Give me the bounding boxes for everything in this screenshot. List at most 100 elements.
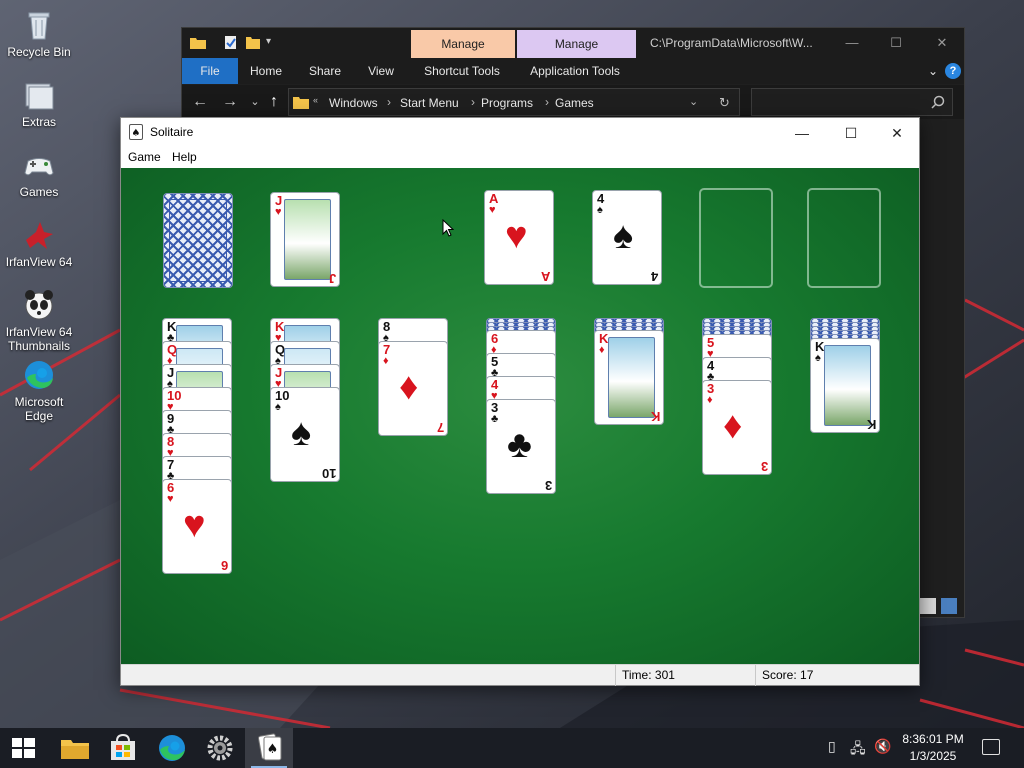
menu-game[interactable]: Game: [128, 150, 161, 164]
up-button[interactable]: ↑: [263, 91, 285, 113]
window-title: Solitaire: [150, 125, 194, 139]
taskbar-file-explorer[interactable]: [51, 728, 99, 768]
quick-access-dropdown-icon[interactable]: ▾: [266, 36, 280, 49]
tab-manage-shortcut[interactable]: Manage: [411, 30, 515, 58]
card-center-suit-icon: ♥: [505, 215, 528, 257]
breadcrumb-separator-icon[interactable]: ›: [387, 95, 391, 109]
game-table[interactable]: J♥JA♥♥A4♠♠4K♣KQ♦QJ♠J10♥♥109♣♣98♥♥87♣♣76♥…: [121, 168, 919, 664]
minimize-button[interactable]: —: [779, 120, 825, 146]
card-suit-icon: ♣: [491, 413, 499, 425]
folder-icon: [190, 36, 206, 49]
foundation-pile[interactable]: [807, 188, 881, 288]
waste-pile[interactable]: J ♥ J: [270, 192, 340, 287]
breadcrumb-games[interactable]: Games: [555, 96, 594, 110]
breadcrumb-separator-icon[interactable]: ›: [545, 95, 549, 109]
forward-button[interactable]: →: [219, 91, 241, 113]
desktop-icon-label: IrfanView 64: [5, 255, 73, 269]
breadcrumb-start-menu[interactable]: Start Menu: [400, 96, 459, 110]
foundation-pile[interactable]: [699, 188, 773, 288]
network-icon[interactable]: 🖧: [850, 738, 866, 762]
tableau-card[interactable]: 10 ♠ ♠ 10: [270, 387, 340, 482]
desktop-icon-irfanview-thumbnails[interactable]: IrfanView 64 Thumbnails: [0, 288, 78, 353]
tab-file[interactable]: File: [182, 58, 238, 84]
properties-icon[interactable]: [224, 36, 238, 49]
help-icon[interactable]: ?: [945, 63, 961, 79]
card-rank-corner: 6: [220, 558, 228, 573]
desktop-icon-label: IrfanView 64 Thumbnails: [5, 325, 73, 353]
desktop-icon-recycle-bin[interactable]: Recycle Bin: [0, 8, 78, 59]
folder-stack-icon: [22, 78, 56, 112]
card-suit-icon: ♠: [815, 352, 821, 364]
desktop-icon-edge[interactable]: Microsoft Edge: [0, 358, 78, 423]
stock-pile[interactable]: [163, 193, 233, 288]
card-center-suit-icon: ♠: [613, 215, 634, 257]
taskbar-microsoft-edge[interactable]: [148, 728, 196, 768]
svg-text:♠: ♠: [267, 742, 279, 757]
tableau-card[interactable]: 3 ♣ ♣ 3: [486, 399, 556, 494]
card-center-suit-icon: ♦: [399, 366, 419, 408]
ribbon-collapse-icon[interactable]: ⌄: [922, 58, 944, 84]
tableau-card[interactable]: 7 ♦ ♦ 7: [378, 341, 448, 436]
taskbar-clock[interactable]: 8:36:01 PM 1/3/2025: [896, 731, 970, 765]
desktop-icon-irfanview[interactable]: IrfanView 64: [0, 218, 78, 269]
card-suit-icon: ♠: [597, 204, 603, 216]
solitaire-app-icon: ♠: [129, 124, 143, 145]
explorer-window-title: C:\ProgramData\Microsoft\W...: [650, 36, 813, 50]
tableau-card[interactable]: 3 ♦ ♦ 3: [702, 380, 772, 475]
card-rank-corner: 4: [650, 269, 658, 284]
notifications-icon[interactable]: [982, 739, 1000, 755]
tab-share[interactable]: Share: [300, 58, 350, 84]
foundation-pile[interactable]: A ♥ ♥ A: [484, 190, 554, 285]
explorer-ribbon: File Home Share View Shortcut Tools Appl…: [182, 58, 964, 84]
search-input[interactable]: [751, 88, 953, 116]
close-button[interactable]: ✕: [874, 120, 920, 146]
file-explorer-icon: [61, 740, 89, 759]
tableau-card[interactable]: K ♦ K: [594, 330, 664, 425]
taskbar-solitaire[interactable]: ♠: [245, 728, 293, 768]
card-center-suit-icon: ♦: [723, 405, 743, 447]
large-icons-view-icon[interactable]: [941, 598, 957, 614]
tab-view[interactable]: View: [356, 58, 406, 84]
start-button[interactable]: [0, 728, 48, 768]
tab-manage-application[interactable]: Manage: [517, 30, 636, 58]
menu-help[interactable]: Help: [172, 150, 197, 164]
new-folder-icon[interactable]: [246, 36, 260, 49]
tableau-card[interactable]: 6 ♥ ♥ 6: [162, 479, 232, 574]
address-bar[interactable]: « Windows › Start Menu › Programs › Game…: [288, 88, 740, 116]
refresh-icon[interactable]: ↻: [719, 95, 730, 111]
tab-application-tools[interactable]: Application Tools: [520, 58, 630, 84]
mouse-cursor-icon: [442, 218, 455, 243]
tab-home[interactable]: Home: [240, 58, 292, 84]
card-suit-icon: ♦: [707, 394, 713, 406]
close-button[interactable]: ✕: [922, 32, 962, 54]
breadcrumb-separator-icon[interactable]: ›: [471, 95, 475, 109]
minimize-button[interactable]: —: [832, 32, 872, 54]
back-button[interactable]: ←: [189, 91, 211, 113]
breadcrumb-programs[interactable]: Programs: [481, 96, 533, 110]
solitaire-title-bar[interactable]: ♠ Solitaire — ☐ ✕: [121, 118, 919, 147]
taskbar-settings[interactable]: [196, 728, 244, 768]
taskbar-microsoft-store[interactable]: [99, 728, 147, 768]
game-controller-icon: [22, 148, 56, 182]
explorer-title-bar[interactable]: ▾ Manage Manage C:\ProgramData\Microsoft…: [182, 28, 964, 58]
removable-device-icon[interactable]: ▯: [828, 738, 836, 755]
volume-muted-icon[interactable]: 🔇: [874, 738, 891, 755]
desktop-icon-extras[interactable]: Extras: [0, 78, 78, 129]
recycle-bin-icon: [22, 8, 56, 42]
address-dropdown-icon[interactable]: ⌄: [689, 95, 698, 108]
tab-shortcut-tools[interactable]: Shortcut Tools: [416, 58, 508, 84]
foundation-pile[interactable]: 4 ♠ ♠ 4: [592, 190, 662, 285]
breadcrumb-windows[interactable]: Windows: [329, 96, 378, 110]
tableau-card[interactable]: K ♠ K: [810, 338, 880, 433]
card-suit-icon: ♥: [489, 204, 496, 216]
desktop-icon-label: Microsoft Edge: [14, 395, 64, 423]
face-card-art: [824, 345, 871, 426]
desktop-icon-games[interactable]: Games: [0, 148, 78, 199]
edge-icon: [159, 735, 185, 761]
breadcrumb-overflow-icon[interactable]: «: [313, 95, 318, 105]
maximize-button[interactable]: ☐: [876, 32, 916, 54]
solitaire-window[interactable]: ♠ Solitaire — ☐ ✕ Game Help J ♥ J A ♥ ♥ A 4 ♠ ♠ 4 K…: [120, 117, 920, 686]
gear-icon: [207, 735, 233, 761]
details-view-icon[interactable]: [920, 598, 936, 614]
maximize-button[interactable]: ☐: [828, 120, 874, 146]
